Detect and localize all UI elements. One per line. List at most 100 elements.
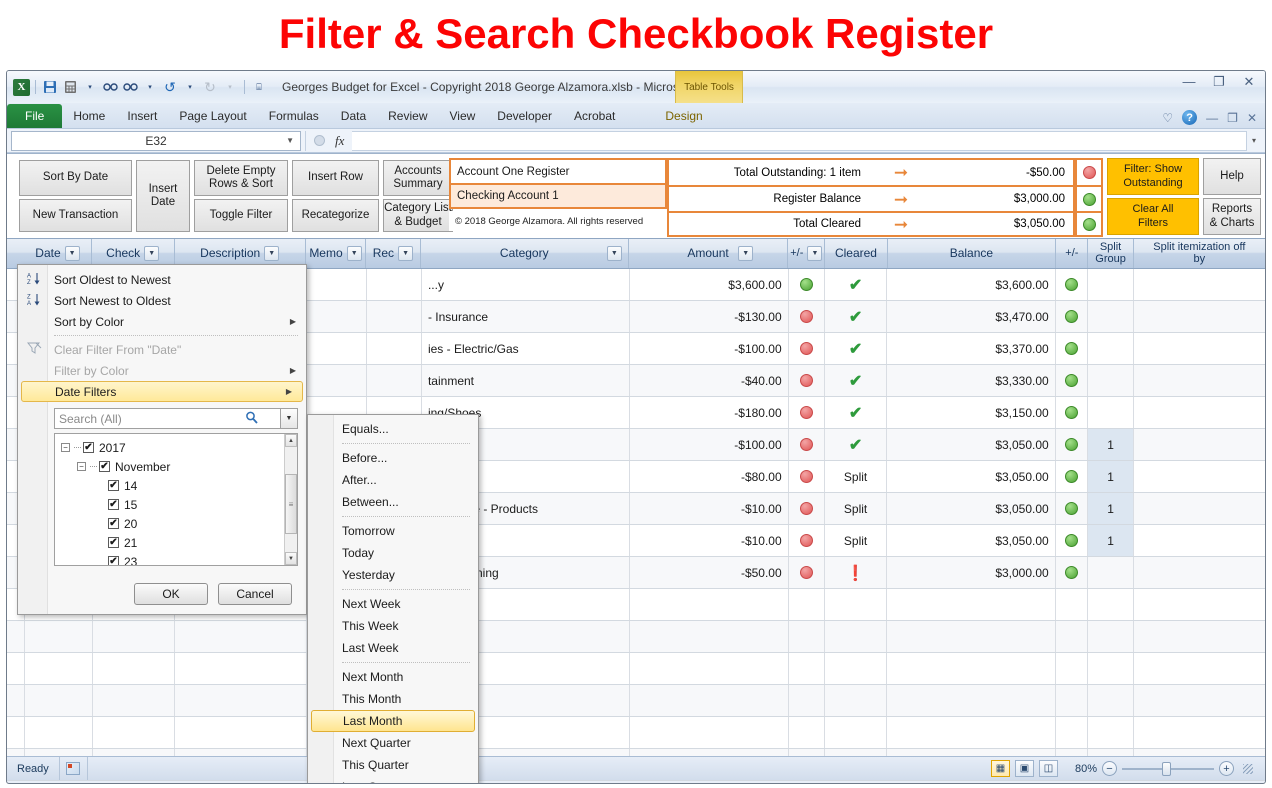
restore-window-icon[interactable]: ❐ [1227,111,1238,125]
chevron-down-icon[interactable]: ▾ [81,78,99,96]
cell-balance-status-dot[interactable] [1056,525,1089,556]
cell-category[interactable]: - Insurance [422,301,630,332]
cell-amount-status-dot[interactable] [789,269,825,300]
table-row[interactable] [7,717,1265,749]
filter-tree-node[interactable]: ✔21 [61,533,297,552]
row-selector[interactable] [7,621,25,652]
cell-check[interactable] [93,685,176,716]
filter-tree-node[interactable]: ✔20 [61,514,297,533]
zoom-slider[interactable] [1122,768,1214,770]
cell-category[interactable]: ies - Electric/Gas [422,333,630,364]
customize-quick-access-icon[interactable]: ⌸ [250,78,268,96]
filter-search-input[interactable]: Search (All) [54,408,281,429]
view-page-layout-button[interactable]: ▣ [1015,760,1034,777]
scroll-up-icon[interactable]: ▲ [285,434,297,447]
tab-developer[interactable]: Developer [486,105,563,128]
date-filter-item-after[interactable]: After... [308,469,478,491]
cell-split-group[interactable] [1088,301,1134,332]
cancel-entry-icon[interactable] [314,135,325,146]
date-filter-item-tomorrow[interactable]: Tomorrow [308,520,478,542]
column-header-category[interactable]: Category ▼ [421,239,629,268]
cell-balance[interactable]: $3,050.00 [887,429,1055,460]
date-filter-item-this-quarter[interactable]: This Quarter [308,754,478,776]
tab-page-layout[interactable]: Page Layout [168,105,257,128]
accounts-summary-button[interactable]: Accounts Summary [383,160,453,196]
formula-input[interactable] [352,131,1247,151]
cell-balance[interactable]: $3,050.00 [887,525,1055,556]
cell-description[interactable] [175,717,306,748]
cell-split-itemization[interactable] [1134,397,1265,428]
date-filter-item-next-week[interactable]: Next Week [308,593,478,615]
zoom-in-button[interactable]: + [1219,761,1234,776]
cell-balance[interactable] [887,685,1055,716]
date-filter-item-equals[interactable]: Equals... [308,418,478,440]
filter-tree-checkbox[interactable]: ✔ [108,499,119,510]
filter-dropdown-check-icon[interactable]: ▼ [144,246,159,261]
cell-description[interactable] [175,621,306,652]
cell-amount-status-dot[interactable] [789,525,825,556]
cell-cleared[interactable]: ✔ [825,269,887,300]
tree-collapse-icon[interactable]: − [77,462,86,471]
cell-amount-status-dot[interactable] [789,493,825,524]
column-header-amount[interactable]: Amount ▼ [629,239,788,268]
cell-amount[interactable]: -$40.00 [630,365,789,396]
cell-split-itemization[interactable] [1134,589,1265,620]
cell-balance-status-dot[interactable] [1056,461,1089,492]
ribbon-right-controls[interactable]: ♡ ? — ❐ ✕ [1162,110,1257,125]
cell-check[interactable] [93,621,176,652]
account-name-cell[interactable]: Checking Account 1 [449,183,667,209]
expand-formula-bar-icon[interactable]: ▾ [1247,136,1261,145]
cell-amount[interactable]: -$10.00 [630,525,789,556]
recategorize-button[interactable]: Recategorize [292,199,379,232]
cell-cleared[interactable] [825,621,887,652]
reports-charts-button[interactable]: Reports & Charts [1203,198,1261,235]
cell-balance[interactable]: $3,000.00 [887,557,1055,588]
cell-amount-status-dot[interactable] [789,717,825,748]
column-header-amount-sign[interactable]: +/- ▼ [788,239,825,268]
filter-tree-node[interactable]: ✔15 [61,495,297,514]
cell-balance-status-dot[interactable] [1056,301,1089,332]
date-filter-item-last-quarter[interactable]: Last Quarter [308,776,478,784]
cell-split-itemization[interactable] [1134,621,1265,652]
find-icon[interactable] [101,78,119,96]
filter-tree-checkbox[interactable]: ✔ [108,537,119,548]
date-filter-item-last-week[interactable]: Last Week [308,637,478,659]
date-filter-item-between[interactable]: Between... [308,491,478,513]
cell-amount-status-dot[interactable] [789,365,825,396]
cell-split-group[interactable] [1088,269,1134,300]
date-filter-item-this-week[interactable]: This Week [308,615,478,637]
chevron-down-icon[interactable]: ▾ [141,78,159,96]
restore-icon[interactable]: ❐ [1211,75,1227,89]
filter-dropdown-memo-icon[interactable]: ▼ [347,246,362,261]
cell-amount[interactable] [630,589,789,620]
cell-amount[interactable] [630,717,789,748]
filter-show-outstanding-button[interactable]: Filter: Show Outstanding [1107,158,1199,195]
cell-balance[interactable]: $3,470.00 [887,301,1055,332]
cell-date[interactable] [25,621,93,652]
date-filter-item-next-quarter[interactable]: Next Quarter [308,732,478,754]
cell-balance[interactable] [887,653,1055,684]
formula-bar[interactable]: E32 ▼ fx ▾ [7,129,1265,153]
cell-balance[interactable]: $3,330.00 [887,365,1055,396]
cell-rec[interactable] [367,269,422,300]
sort-by-date-button[interactable]: Sort By Date [19,160,132,196]
date-filter-item-before[interactable]: Before... [308,447,478,469]
cell-cleared[interactable]: ✔ [825,333,887,364]
row-selector[interactable] [7,685,25,716]
column-header-rec[interactable]: Rec ▼ [366,239,421,268]
cell-amount[interactable]: -$100.00 [630,333,789,364]
cell-category[interactable]: ...y [422,269,630,300]
menu-item-sort-oldest-to-newest[interactable]: AZ Sort Oldest to Newest [18,269,306,290]
cell-cleared[interactable]: Split [825,461,887,492]
tab-home[interactable]: Home [62,105,116,128]
cell-amount-status-dot[interactable] [789,301,825,332]
cell-check[interactable] [93,717,176,748]
cell-cleared[interactable]: Split [825,493,887,524]
tab-file[interactable]: File [7,104,62,128]
filter-dropdown-date-icon[interactable]: ▼ [65,246,80,261]
redo-icon[interactable]: ↻ [201,78,219,96]
toggle-filter-button[interactable]: Toggle Filter [194,199,288,232]
cell-split-group[interactable] [1088,589,1134,620]
cell-split-itemization[interactable] [1134,429,1265,460]
cell-split-itemization[interactable] [1134,525,1265,556]
